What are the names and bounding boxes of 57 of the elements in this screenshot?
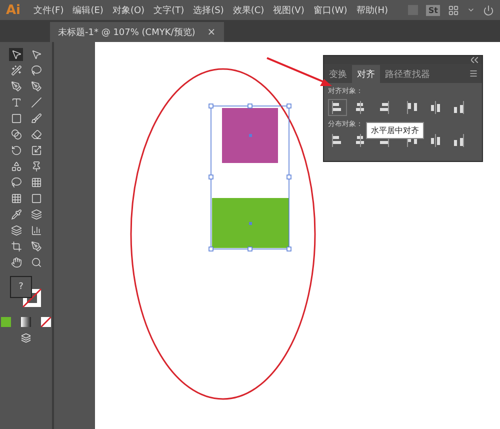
close-button[interactable]: × [207, 26, 216, 38]
line-tool-icon[interactable] [29, 96, 43, 109]
menu-item[interactable]: 文件(F) [34, 4, 64, 16]
graph-tool-icon[interactable] [29, 224, 43, 237]
align-icon [452, 101, 465, 114]
menu-item[interactable]: 帮助(H) [356, 4, 388, 16]
document-title: 未标题-1* @ 107% (CMYK/预览) [58, 26, 196, 38]
collapse-icon[interactable] [471, 57, 478, 63]
distribute-icon [429, 134, 442, 147]
pen-tool-icon[interactable] [9, 80, 23, 93]
panel-tab[interactable]: 变换 [324, 65, 352, 83]
eraser-tool-icon[interactable] [29, 128, 43, 141]
none-swatch-icon[interactable] [39, 315, 53, 328]
panel-tab[interactable]: 对齐 [352, 65, 380, 83]
menu-item[interactable]: 窗口(W) [313, 4, 348, 16]
mesh-tool-icon[interactable] [9, 192, 23, 205]
distribute-icon [452, 134, 465, 147]
selection-bounding-box[interactable] [208, 104, 292, 252]
align-icon [429, 101, 442, 114]
workspace-icon[interactable] [448, 4, 459, 16]
lasso-tool-icon[interactable] [29, 64, 43, 77]
magic-wand-tool-icon[interactable] [9, 64, 23, 77]
distribute-icon [354, 134, 367, 147]
caret-icon[interactable] [467, 6, 475, 14]
document-tab[interactable]: 未标题-1* @ 107% (CMYK/预览) × [50, 22, 224, 42]
align-icon [354, 101, 367, 114]
align-icon [377, 101, 390, 114]
artboard-tool-icon[interactable] [9, 240, 23, 253]
menu-item[interactable]: 文字(T) [154, 4, 184, 16]
eyedropper-tool-icon[interactable] [9, 208, 23, 221]
power-icon[interactable] [483, 4, 494, 16]
menu-item[interactable]: 效果(C) [232, 4, 264, 16]
menu-icon[interactable] [469, 69, 478, 78]
fill-swatch[interactable]: ? [10, 276, 32, 298]
menu-item[interactable]: 选择(S) [193, 4, 224, 16]
selection-tool-icon[interactable] [9, 48, 23, 61]
align-icon [406, 101, 419, 114]
stock-button[interactable]: St [426, 4, 440, 16]
panel-tab[interactable]: 路径查找器 [380, 65, 435, 83]
brush-tool-icon[interactable] [29, 112, 43, 125]
app-logo: Ai [6, 2, 21, 18]
tooltip: 水平居中对齐 [366, 122, 424, 139]
rotate-tool-icon[interactable] [9, 144, 23, 157]
shaper-tool-icon[interactable] [9, 128, 23, 141]
scale-tool-icon[interactable] [29, 144, 43, 157]
zoom-tool-icon[interactable] [29, 256, 43, 269]
align-icon [331, 101, 344, 114]
align-button[interactable] [328, 99, 347, 116]
rectangle-tool-icon[interactable] [9, 112, 23, 125]
menu-item[interactable]: 对象(O) [112, 4, 145, 16]
gradient-swatch-icon[interactable] [19, 315, 33, 328]
color-swatch-icon[interactable] [0, 315, 13, 328]
perspective-grid-tool-icon[interactable] [29, 176, 43, 189]
distribute-icon [331, 134, 344, 147]
hand-tool-icon[interactable] [9, 256, 23, 269]
menu-item[interactable]: 编辑(E) [72, 4, 104, 16]
menu-item[interactable]: 视图(V) [273, 4, 304, 16]
